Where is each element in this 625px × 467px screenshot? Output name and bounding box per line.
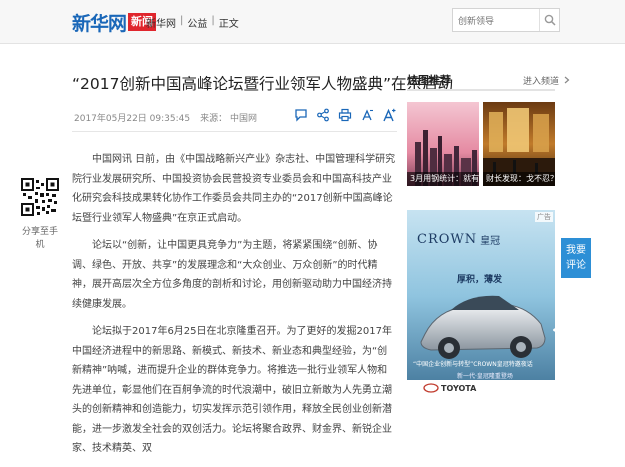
search-input[interactable] <box>453 11 539 33</box>
breadcrumb-separator: | <box>211 15 215 26</box>
search-button[interactable] <box>539 9 559 31</box>
printer-icon <box>338 108 352 122</box>
ad-label: 广告 <box>535 212 553 222</box>
logo-main-text: 新华网 <box>72 12 127 35</box>
ad-brand: CROWN 皇冠 <box>417 232 500 247</box>
article-date: 2017年05月22日 09:35:45 <box>74 114 191 124</box>
article-tools <box>294 107 396 123</box>
article-body: 中国网讯 日前，由《中国战略新兴产业》杂志社、中国管理科学研究院行业发展研究所、… <box>72 150 396 467</box>
breadcrumb-item-home[interactable]: 新华网 <box>146 15 176 30</box>
sidebar-title: 炫图推荐 <box>407 74 451 87</box>
article-title: “2017创新中国高峰论坛暨行业领军人物盛典”在京启动 <box>72 75 454 93</box>
font-large-icon <box>383 108 396 122</box>
sidebar-more-link[interactable]: 进入频道 <box>523 74 570 87</box>
article-paragraph: 中国网讯 日前，由《中国战略新兴产业》杂志社、中国管理科学研究院行业发展研究所、… <box>72 154 396 224</box>
font-decrease-tool[interactable] <box>360 107 374 123</box>
site-logo[interactable]: 新华网 新闻 <box>72 10 157 35</box>
ad-brand-en: CROWN <box>417 232 478 247</box>
photo-item[interactable]: 财长发现：戈不忍？你吃 <box>483 102 555 186</box>
print-tool[interactable] <box>338 107 352 123</box>
crown-advertisement[interactable]: 广告 CROWN 皇冠 厚积，薄发 “中国企业创新与转型”CROWN皇冠特邀夜话… <box>407 210 555 402</box>
share-to-phone[interactable]: 分享至手机 <box>20 178 60 250</box>
article-paragraph: 论坛以“创新，让中国更具竞争力”为主题，将紧紧围绕“创新、协调、绿色、开放、共享… <box>72 240 392 310</box>
ad-tagline: “中国企业创新与转型”CROWN皇冠特邀夜话 <box>413 361 533 368</box>
photo-caption: 3月用钢统计：就有这么 <box>407 172 479 186</box>
font-increase-tool[interactable] <box>382 107 396 123</box>
search-box <box>452 8 560 33</box>
title-divider <box>72 131 397 132</box>
article-source: 来源： 中国网 <box>200 114 257 124</box>
article-meta: 2017年05月22日 09:35:45 来源： 中国网 <box>74 111 257 124</box>
photo-caption: 财长发现：戈不忍？你吃 <box>483 172 555 186</box>
comment-tool[interactable] <box>294 107 308 123</box>
top-bar: 新华网 新闻 新华网 | 公益 | 正文 <box>0 0 625 44</box>
share-tool[interactable] <box>316 107 330 123</box>
breadcrumb: 新华网 | 公益 | 正文 <box>146 15 239 30</box>
breadcrumb-item-channel[interactable]: 公益 <box>187 15 207 30</box>
share-icon <box>317 108 329 122</box>
comment-button[interactable]: 我要评论 <box>561 238 591 278</box>
ad-subline: 新一代·皇冠隆重登场 <box>457 373 513 380</box>
breadcrumb-item-current: 正文 <box>218 19 239 30</box>
article-paragraph: 论坛拟于2017年6月25日在北京隆重召开。为了更好的发掘2017年中国经济进程… <box>72 326 392 454</box>
font-small-icon <box>362 109 373 121</box>
search-icon <box>544 14 556 26</box>
qr-code-icon <box>21 178 59 216</box>
breadcrumb-separator: | <box>180 15 184 26</box>
chevron-right-icon <box>564 76 570 84</box>
sidebar-more-label: 进入频道 <box>523 77 560 87</box>
share-label: 分享至手机 <box>21 227 58 250</box>
photo-item[interactable]: 3月用钢统计：就有这么 <box>407 102 479 186</box>
ad-brand-cn: 皇冠 <box>480 236 501 247</box>
speech-bubble-icon <box>295 109 307 122</box>
photo-recommendations: 3月用钢统计：就有这么 财长发现：戈不忍？你吃 <box>407 102 555 186</box>
sidebar-divider <box>407 89 555 91</box>
ad-maker: TOYOTA <box>441 384 477 393</box>
ad-slogan: 厚积，薄发 <box>457 275 503 285</box>
